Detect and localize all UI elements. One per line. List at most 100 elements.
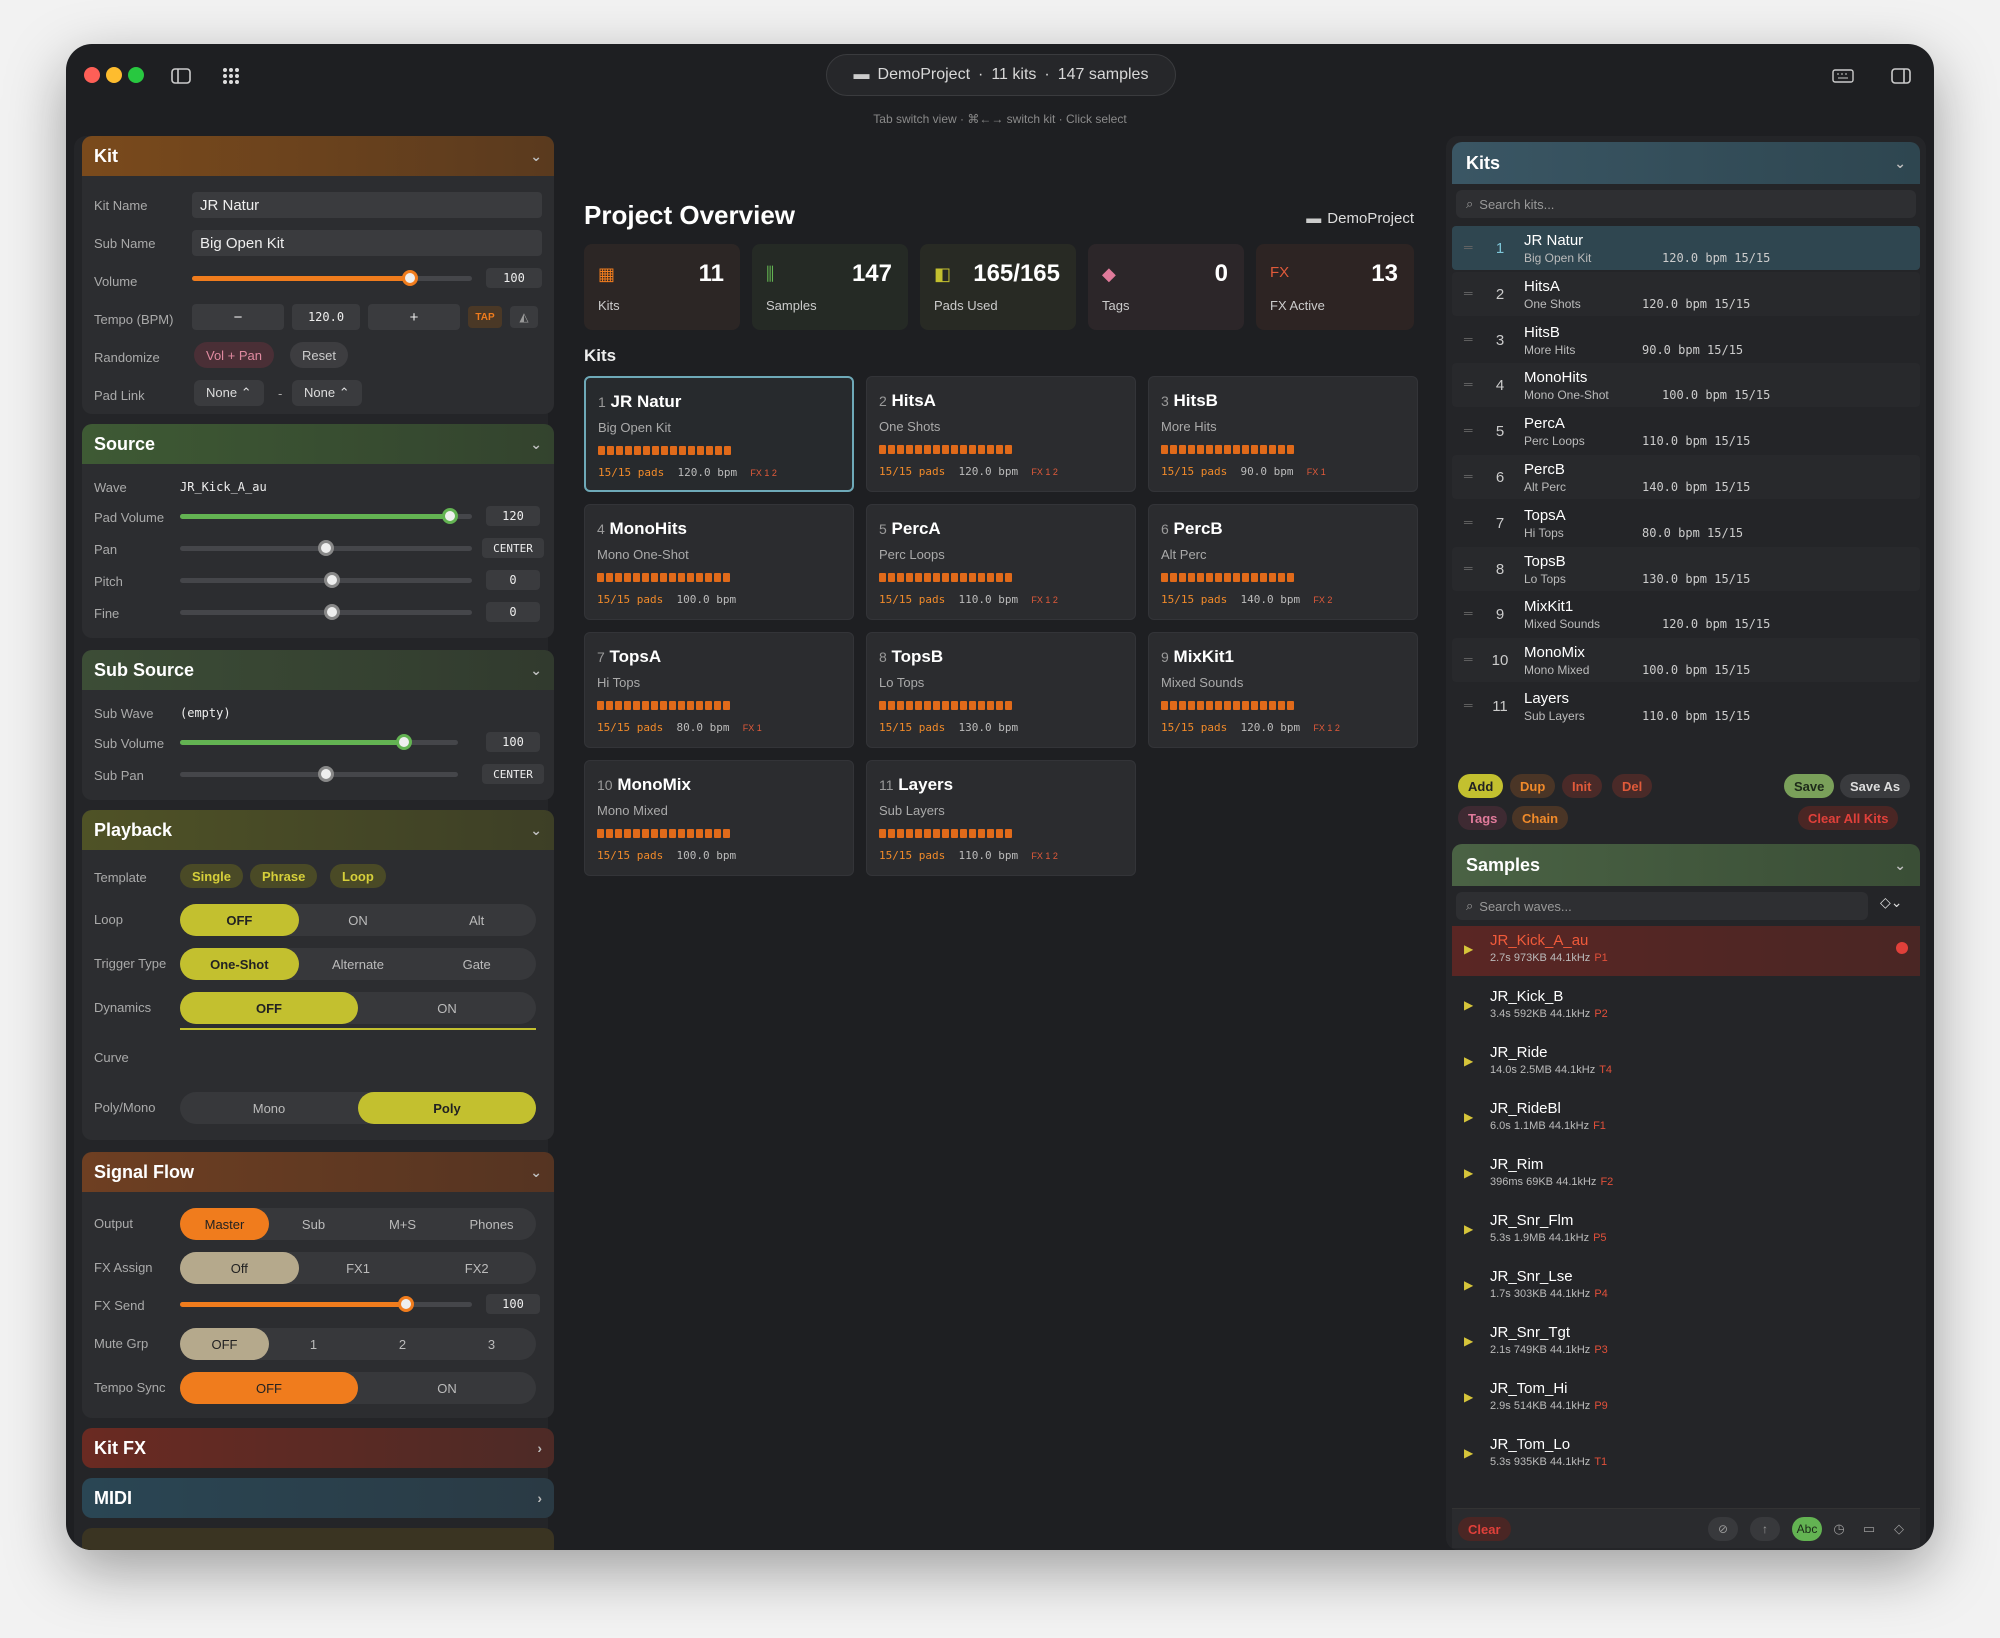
kit-card[interactable]: 8 TopsB Lo Tops 15/15 pads 130.0 bpm bbox=[866, 632, 1136, 748]
chain-button[interactable]: Chain bbox=[1512, 806, 1569, 830]
fine-knob[interactable] bbox=[324, 604, 340, 620]
grid-icon[interactable] bbox=[210, 62, 252, 90]
kit-card[interactable]: 6 PercB Alt Perc 15/15 pads 140.0 bpm FX 2 bbox=[1148, 504, 1418, 620]
kit-card[interactable]: 4 MonoHits Mono One-Shot 15/15 pads 100.0 … bbox=[584, 504, 854, 620]
tempo-sync-off-option[interactable]: OFF bbox=[180, 1372, 358, 1404]
drag-handle-icon[interactable]: ═ bbox=[1464, 240, 1473, 254]
play-icon[interactable]: ▶ bbox=[1464, 1278, 1473, 1292]
sub-name-field[interactable]: Big Open Kit bbox=[192, 230, 542, 256]
template-loop-button[interactable]: Loop bbox=[330, 864, 386, 888]
sample-row[interactable]: ▶ JR_Ride 14.0s 2.5MB 44.1kHz T4 bbox=[1452, 1038, 1920, 1088]
output-ms-option[interactable]: M+S bbox=[358, 1208, 447, 1240]
stat-pads-used[interactable]: ◧ 165/165 Pads Used bbox=[920, 244, 1076, 330]
kit-card[interactable]: 7 TopsA Hi Tops 15/15 pads 80.0 bpm FX 1 bbox=[584, 632, 854, 748]
mute-icon[interactable]: ⊘ bbox=[1708, 1517, 1738, 1541]
kit-list-row[interactable]: ═ 11 Layers Sub Layers 110.0 bpm 15/15 bbox=[1452, 684, 1920, 728]
fx-send-knob[interactable] bbox=[398, 1296, 414, 1312]
sample-row[interactable]: ▶ JR_Snr_Tgt 2.1s 749KB 44.1kHz P3 bbox=[1452, 1318, 1920, 1368]
template-single-button[interactable]: Single bbox=[180, 864, 244, 888]
tempo-decrement-button[interactable]: − bbox=[192, 304, 284, 330]
loop-alt-option[interactable]: Alt bbox=[417, 904, 536, 936]
play-icon[interactable]: ▶ bbox=[1464, 942, 1473, 956]
kit-list-row[interactable]: ═ 6 PercB Alt Perc 140.0 bpm 15/15 bbox=[1452, 455, 1920, 499]
tap-tempo-button[interactable]: TAP bbox=[468, 306, 502, 328]
randomize-vol-pan-button[interactable]: Vol + Pan bbox=[194, 342, 275, 368]
kit-list-row[interactable]: ═ 4 MonoHits Mono One-Shot 100.0 bpm 15/15 bbox=[1452, 363, 1920, 408]
kit-list-row[interactable]: ═ 1 JR Natur Big Open Kit 120.0 bpm 15/15 bbox=[1452, 226, 1920, 270]
inspector-toggle-icon[interactable] bbox=[1880, 62, 1922, 90]
kit-list-row[interactable]: ═ 7 TopsA Hi Tops 80.0 bpm 15/15 bbox=[1452, 501, 1920, 545]
pad-link-a-select[interactable]: None ⌃ bbox=[194, 380, 264, 406]
zoom-button[interactable] bbox=[128, 67, 144, 83]
stat-kits[interactable]: ▦ 11 Kits bbox=[584, 244, 740, 330]
close-button[interactable] bbox=[84, 67, 100, 83]
sample-row[interactable]: ▶ JR_Snr_Flm 5.3s 1.9MB 44.1kHz P5 bbox=[1452, 1206, 1920, 1256]
loop-on-option[interactable]: ON bbox=[299, 904, 418, 936]
output-phones-option[interactable]: Phones bbox=[447, 1208, 536, 1240]
tempo-sync-on-option[interactable]: ON bbox=[358, 1372, 536, 1404]
trigger-oneshot-option[interactable]: One-Shot bbox=[180, 948, 299, 980]
play-icon[interactable]: ▶ bbox=[1464, 998, 1473, 1012]
signal-flow-section-header[interactable]: Signal Flow ⌄ bbox=[82, 1152, 554, 1192]
kit-name-field[interactable]: JR Natur bbox=[192, 192, 542, 218]
samples-panel-header[interactable]: Samples ⌄ bbox=[1452, 844, 1920, 886]
clear-samples-button[interactable]: Clear bbox=[1458, 1517, 1511, 1541]
drag-handle-icon[interactable]: ═ bbox=[1464, 606, 1473, 620]
drag-handle-icon[interactable]: ═ bbox=[1464, 423, 1473, 437]
kit-list-row[interactable]: ═ 2 HitsA One Shots 120.0 bpm 15/15 bbox=[1452, 271, 1920, 316]
kit-list-row[interactable]: ═ 3 HitsB More Hits 90.0 bpm 15/15 bbox=[1452, 318, 1920, 362]
sub-volume-knob[interactable] bbox=[396, 734, 412, 750]
drag-handle-icon[interactable]: ═ bbox=[1464, 652, 1473, 666]
metronome-icon[interactable]: ◭ bbox=[510, 306, 538, 328]
fx-assign-fx2-option[interactable]: FX2 bbox=[417, 1252, 536, 1284]
dup-kit-button[interactable]: Dup bbox=[1510, 774, 1556, 798]
midi-section[interactable]: MIDI › bbox=[82, 1478, 554, 1518]
upload-icon[interactable]: ↑ bbox=[1750, 1517, 1780, 1541]
kits-panel-header[interactable]: Kits ⌄ bbox=[1452, 142, 1920, 184]
sub-wave-name[interactable]: (empty) bbox=[180, 706, 231, 720]
sort-alpha-button[interactable]: Abc bbox=[1792, 1517, 1822, 1541]
remove-icon[interactable] bbox=[1896, 942, 1908, 954]
fx-send-value[interactable]: 100 bbox=[486, 1294, 540, 1314]
kit-list-row[interactable]: ═ 5 PercA Perc Loops 110.0 bpm 15/15 bbox=[1452, 409, 1920, 453]
pan-value[interactable]: CENTER bbox=[482, 538, 544, 558]
clear-all-kits-button[interactable]: Clear All Kits bbox=[1798, 806, 1899, 830]
sample-row[interactable]: ▶ JR_Snr_Lse 1.7s 303KB 44.1kHz P4 bbox=[1452, 1262, 1920, 1312]
pan-knob[interactable] bbox=[318, 540, 334, 556]
kits-search-input[interactable]: ⌕ Search kits... bbox=[1456, 190, 1916, 218]
minimize-button[interactable] bbox=[106, 67, 122, 83]
tempo-increment-button[interactable]: + bbox=[368, 304, 460, 330]
folder-icon[interactable]: ▭ bbox=[1856, 1517, 1882, 1541]
sidebar-toggle-icon[interactable] bbox=[160, 62, 202, 90]
kit-list-row[interactable]: ═ 8 TopsB Lo Tops 130.0 bpm 15/15 bbox=[1452, 546, 1920, 591]
delete-kit-button[interactable]: Del bbox=[1612, 774, 1653, 798]
volume-knob[interactable] bbox=[402, 270, 418, 286]
sample-row[interactable]: ▶ JR_Tom_Lo 5.3s 935KB 44.1kHz T1 bbox=[1452, 1430, 1920, 1480]
drag-handle-icon[interactable]: ═ bbox=[1464, 515, 1473, 529]
template-phrase-button[interactable]: Phrase bbox=[250, 864, 318, 888]
midi-section-header[interactable]: MIDI › bbox=[82, 1478, 554, 1518]
play-icon[interactable]: ▶ bbox=[1464, 1446, 1473, 1460]
kit-card[interactable]: 3 HitsB More Hits 15/15 pads 90.0 bpm FX 1 bbox=[1148, 376, 1418, 492]
source-section-header[interactable]: Source ⌄ bbox=[82, 424, 554, 464]
poly-option[interactable]: Poly bbox=[358, 1092, 536, 1124]
mute-grp-3-option[interactable]: 3 bbox=[447, 1328, 536, 1360]
trigger-alternate-option[interactable]: Alternate bbox=[299, 948, 418, 980]
play-icon[interactable]: ▶ bbox=[1464, 1054, 1473, 1068]
play-icon[interactable]: ▶ bbox=[1464, 1222, 1473, 1236]
kit-card[interactable]: 2 HitsA One Shots 15/15 pads 120.0 bpm FX … bbox=[866, 376, 1136, 492]
play-icon[interactable]: ▶ bbox=[1464, 1110, 1473, 1124]
curve-editor[interactable] bbox=[180, 1028, 536, 1076]
collapsed-section[interactable] bbox=[82, 1528, 554, 1550]
sub-volume-value[interactable]: 100 bbox=[486, 732, 540, 752]
kit-card[interactable]: 5 PercA Perc Loops 15/15 pads 110.0 bpm FX… bbox=[866, 504, 1136, 620]
tempo-value[interactable]: 120.0 bbox=[292, 304, 360, 330]
kit-section-header[interactable]: Kit ⌄ bbox=[82, 136, 554, 176]
mono-option[interactable]: Mono bbox=[180, 1092, 358, 1124]
mute-grp-off-option[interactable]: OFF bbox=[180, 1328, 269, 1360]
project-title-pill[interactable]: ▬ DemoProject · 11 kits · 147 samples bbox=[826, 54, 1176, 96]
kit-card[interactable]: 10 MonoMix Mono Mixed 15/15 pads 100.0 bpm bbox=[584, 760, 854, 876]
play-icon[interactable]: ▶ bbox=[1464, 1390, 1473, 1404]
stat-tags[interactable]: ◆ 0 Tags bbox=[1088, 244, 1244, 330]
fine-value[interactable]: 0 bbox=[486, 602, 540, 622]
